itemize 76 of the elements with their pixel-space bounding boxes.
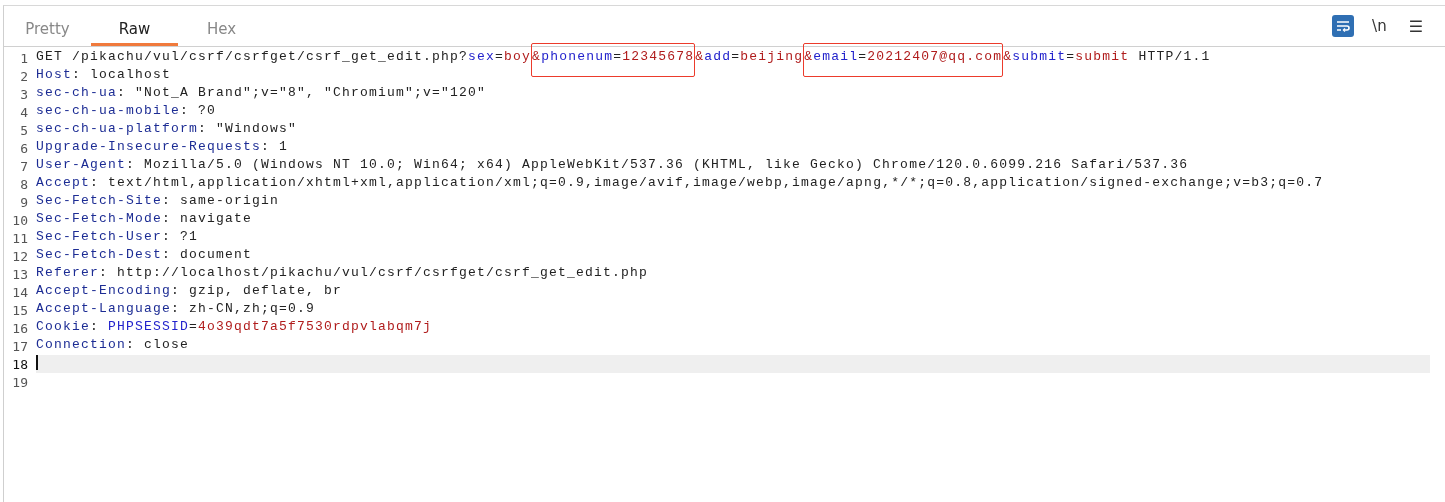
highlight-box: &email=20212407@qq.com xyxy=(803,43,1004,77)
code-text: : ?1 xyxy=(162,229,199,244)
code-text: = xyxy=(495,49,505,64)
code-text: : document xyxy=(162,247,253,262)
line-number: 9 xyxy=(19,194,29,210)
line-number: 17 xyxy=(11,338,29,354)
param-value: & xyxy=(1003,49,1013,64)
code-text: = xyxy=(1066,49,1076,64)
param-value: submit xyxy=(1075,49,1130,64)
code-text: : Mozilla/5.0 (Windows NT 10.0; Win64; x64) AppleWebKit/537.36 (KHTML, like Gecko) Chrome/120.0.6099.216 Safari/537.36 xyxy=(126,157,1189,172)
line-number: 1 xyxy=(19,50,29,66)
param-name: add xyxy=(704,49,732,64)
header-name: sec-ch-ua-platform xyxy=(36,121,199,136)
line-number: 14 xyxy=(11,284,29,300)
header-name: Connection xyxy=(36,337,126,352)
header-name: Referer xyxy=(36,265,99,280)
param-value: beijing xyxy=(740,49,804,64)
word-wrap-icon[interactable] xyxy=(1332,15,1355,37)
text-cursor xyxy=(36,355,38,371)
line-number: 15 xyxy=(11,302,29,318)
line-number: 7 xyxy=(19,158,29,174)
view-tab[interactable]: Pretty xyxy=(4,6,91,46)
code-text: : text/html,application/xhtml+xml,application/xml;q=0.9,image/avif,image/webp,image/apng,*/*;q=0.8,application/signed-exchange;v=b3;q=0.7 xyxy=(90,175,1324,190)
header-name: Accept-Encoding xyxy=(36,283,172,298)
line-number: 16 xyxy=(11,320,29,336)
line-number: 18 xyxy=(11,356,29,372)
param-value: 4o39qdt7a5f7530rdpvlabqm7j xyxy=(198,319,433,334)
param-value: boy xyxy=(504,49,532,64)
code-text: : close xyxy=(126,337,190,352)
view-tab[interactable]: Raw xyxy=(91,6,178,46)
code-text: : localhost xyxy=(72,67,172,82)
line-number: 6 xyxy=(19,140,29,156)
param-value: & xyxy=(695,49,705,64)
view-tab[interactable]: Hex xyxy=(178,6,265,46)
line-number: 11 xyxy=(11,230,29,246)
code-text: : xyxy=(90,319,101,334)
highlight-box: &phonenum=12345678 xyxy=(531,43,696,77)
header-name: Cookie xyxy=(36,319,90,334)
newline-toggle[interactable]: \n xyxy=(1368,17,1391,35)
param-name: PHPSESSID xyxy=(108,319,190,334)
header-name: sec-ch-ua-mobile xyxy=(36,103,181,118)
line-number: 4 xyxy=(19,104,29,120)
header-name: Host xyxy=(36,67,72,82)
line-number: 5 xyxy=(19,122,29,138)
header-name: Accept xyxy=(36,175,90,190)
code-text: : ?0 xyxy=(180,103,217,118)
header-name: Sec-Fetch-User xyxy=(36,229,163,244)
line-number: 10 xyxy=(11,212,29,228)
header-name: Accept-Language xyxy=(36,301,172,316)
line-number: 2 xyxy=(19,68,29,84)
param-name: submit xyxy=(1012,49,1067,64)
header-name: Sec-Fetch-Dest xyxy=(36,247,163,262)
code-text: : 1 xyxy=(261,139,289,154)
line-number: 12 xyxy=(11,248,29,264)
code-text: : "Windows" xyxy=(198,121,298,136)
header-name: Sec-Fetch-Site xyxy=(36,193,163,208)
line-number: 3 xyxy=(19,86,29,102)
code-text: : http://localhost/pikachu/vul/csrf/csrfget/csrf_get_edit.php xyxy=(99,265,649,280)
menu-button[interactable]: ☰ xyxy=(1404,16,1427,36)
code-text: : same-origin xyxy=(162,193,280,208)
code-text: = xyxy=(189,319,199,334)
code-text: = xyxy=(731,49,741,64)
header-name: User-Agent xyxy=(36,157,126,172)
line-number: 13 xyxy=(11,266,29,282)
param-name: sex xyxy=(468,49,496,64)
line-number: 8 xyxy=(19,176,29,192)
header-name: Upgrade-Insecure-Requests xyxy=(36,139,262,154)
code-text: : zh-CN,zh;q=0.9 xyxy=(171,301,316,316)
code-text: : navigate xyxy=(162,211,253,226)
code-text: : "Not_A Brand";v="8", "Chromium";v="120" xyxy=(117,85,487,100)
code-text: : gzip, deflate, br xyxy=(171,283,343,298)
header-name: sec-ch-ua xyxy=(36,85,117,100)
code-text: GET /pikachu/vul/csrf/csrfget/csrf_get_edit.php? xyxy=(36,49,469,64)
header-name: Sec-Fetch-Mode xyxy=(36,211,163,226)
line-number: 19 xyxy=(11,374,29,390)
code-text: HTTP/1.1 xyxy=(1137,49,1211,64)
